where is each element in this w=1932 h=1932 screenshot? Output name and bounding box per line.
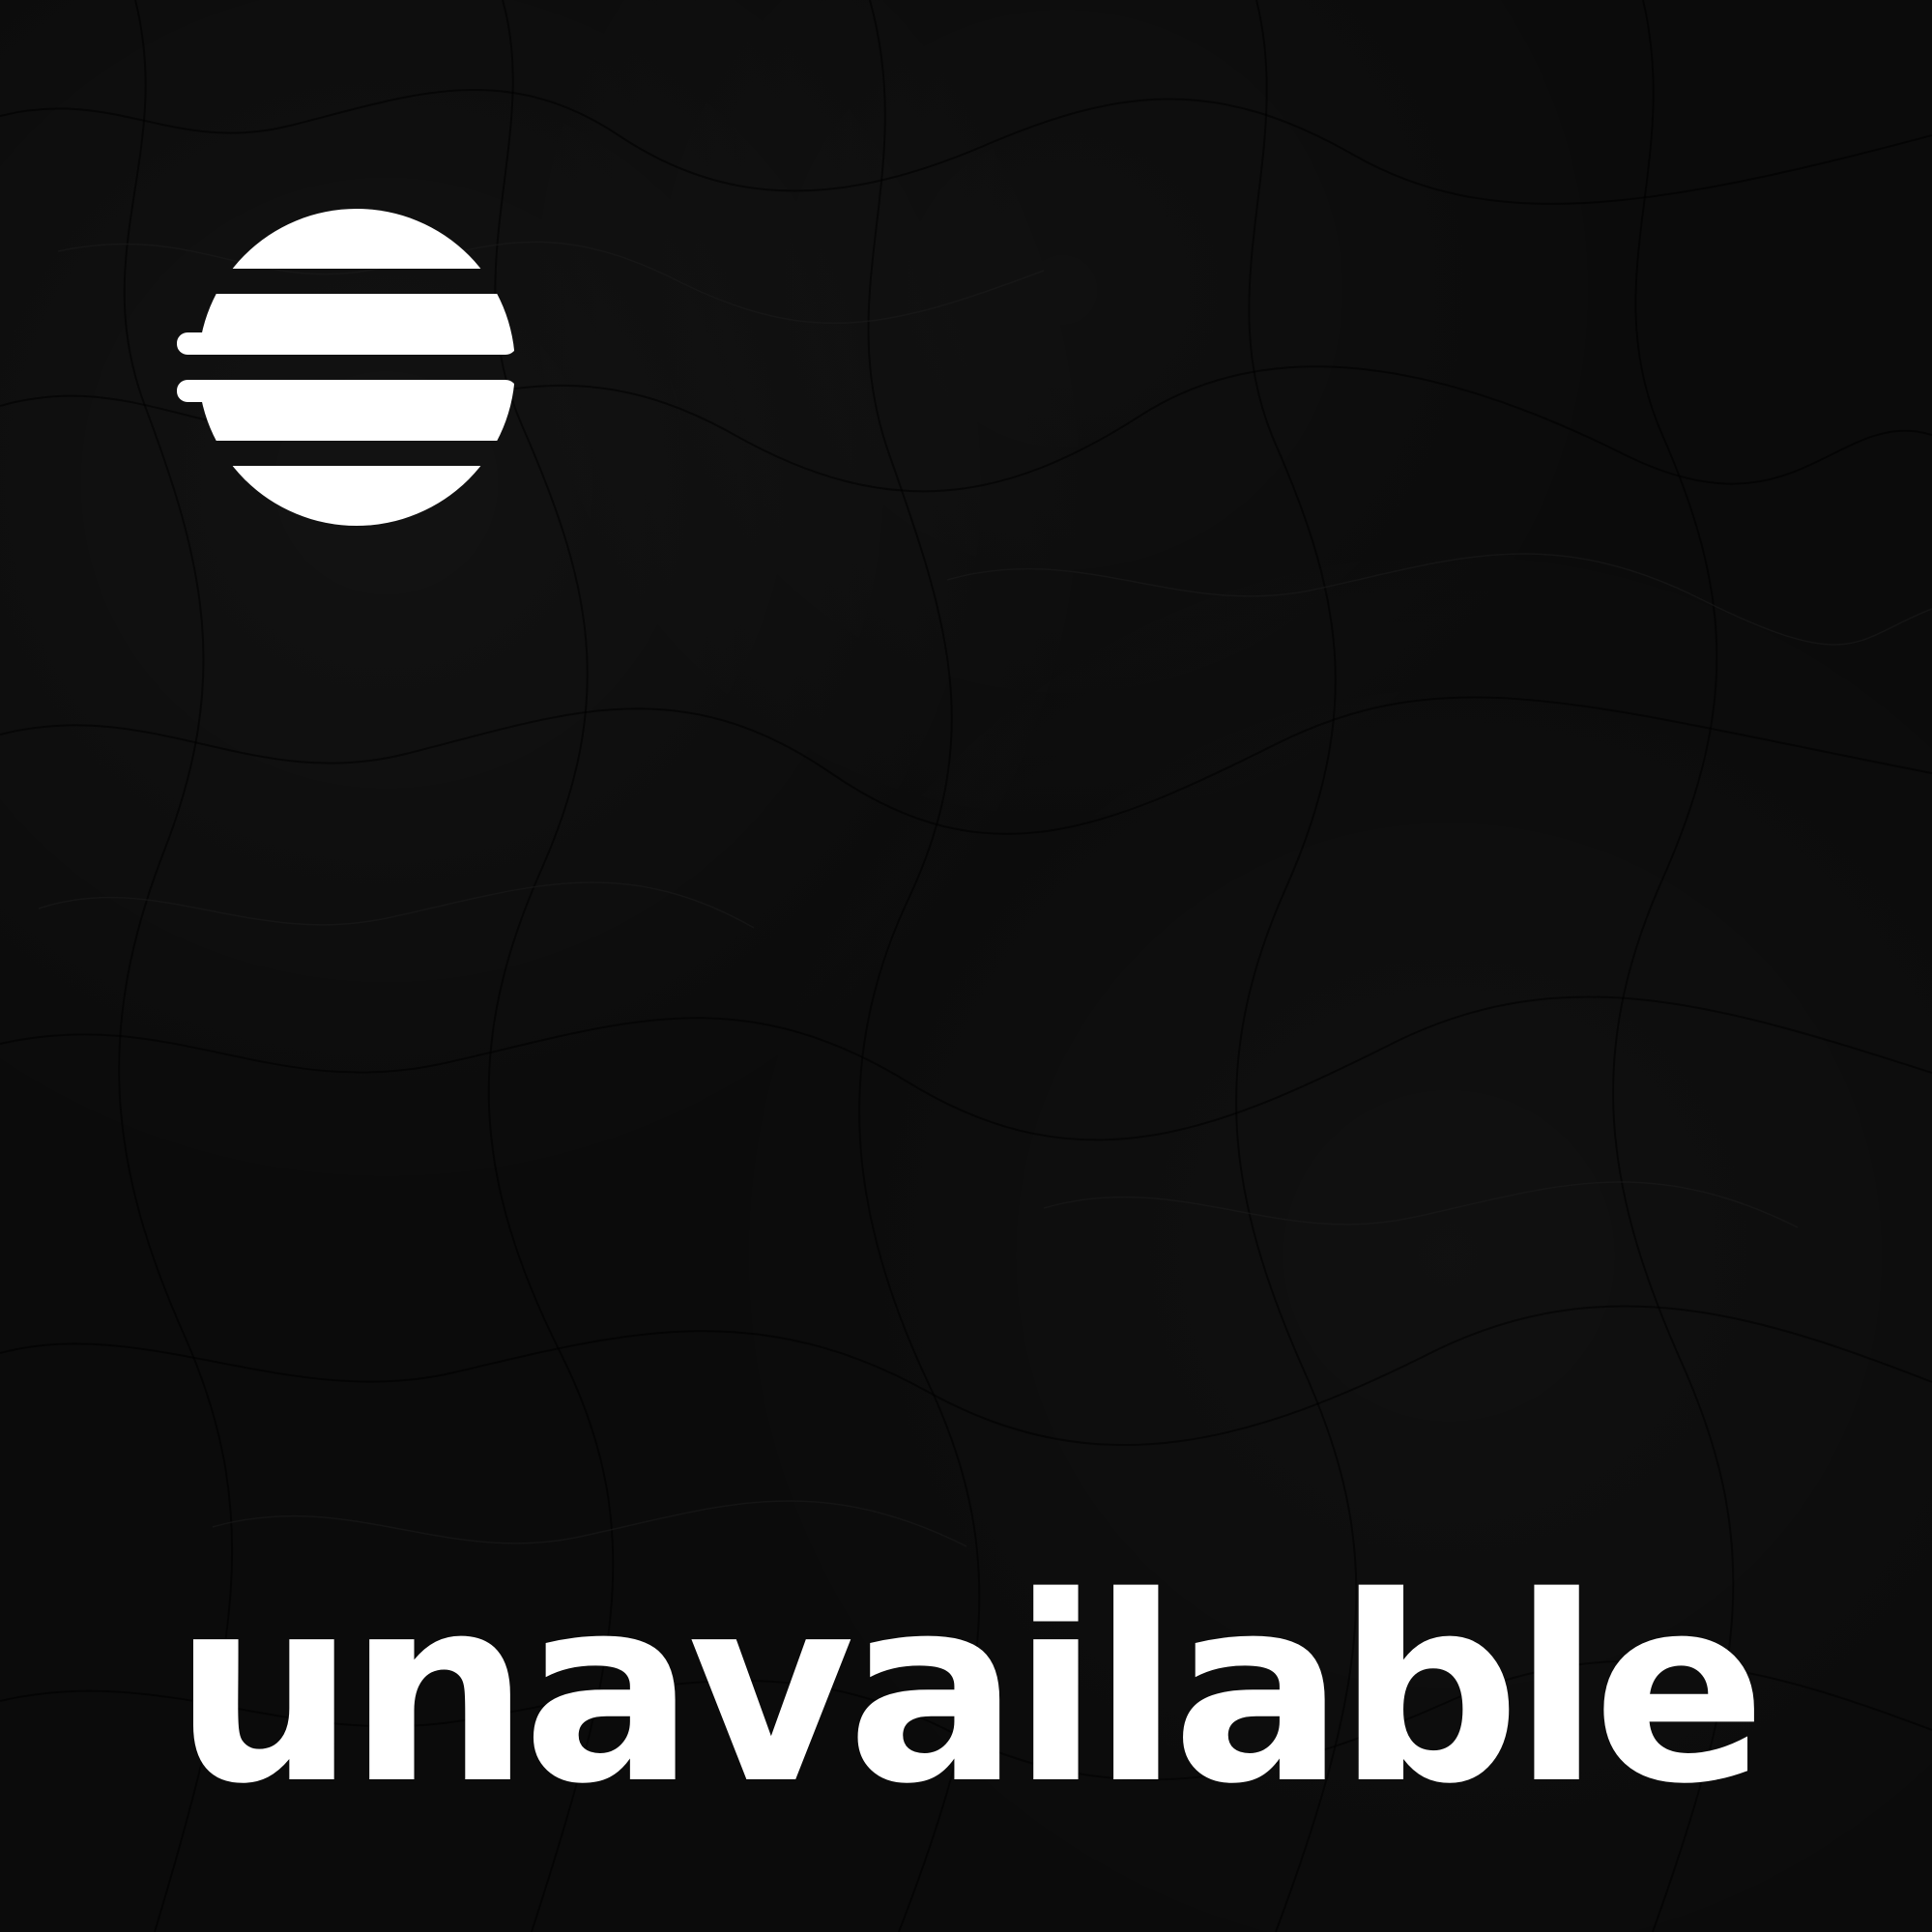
status-text: unavailable — [173, 1543, 1766, 1840]
striped-circle-logo-icon — [177, 209, 515, 526]
page-canvas: unavailable — [0, 0, 1932, 1932]
